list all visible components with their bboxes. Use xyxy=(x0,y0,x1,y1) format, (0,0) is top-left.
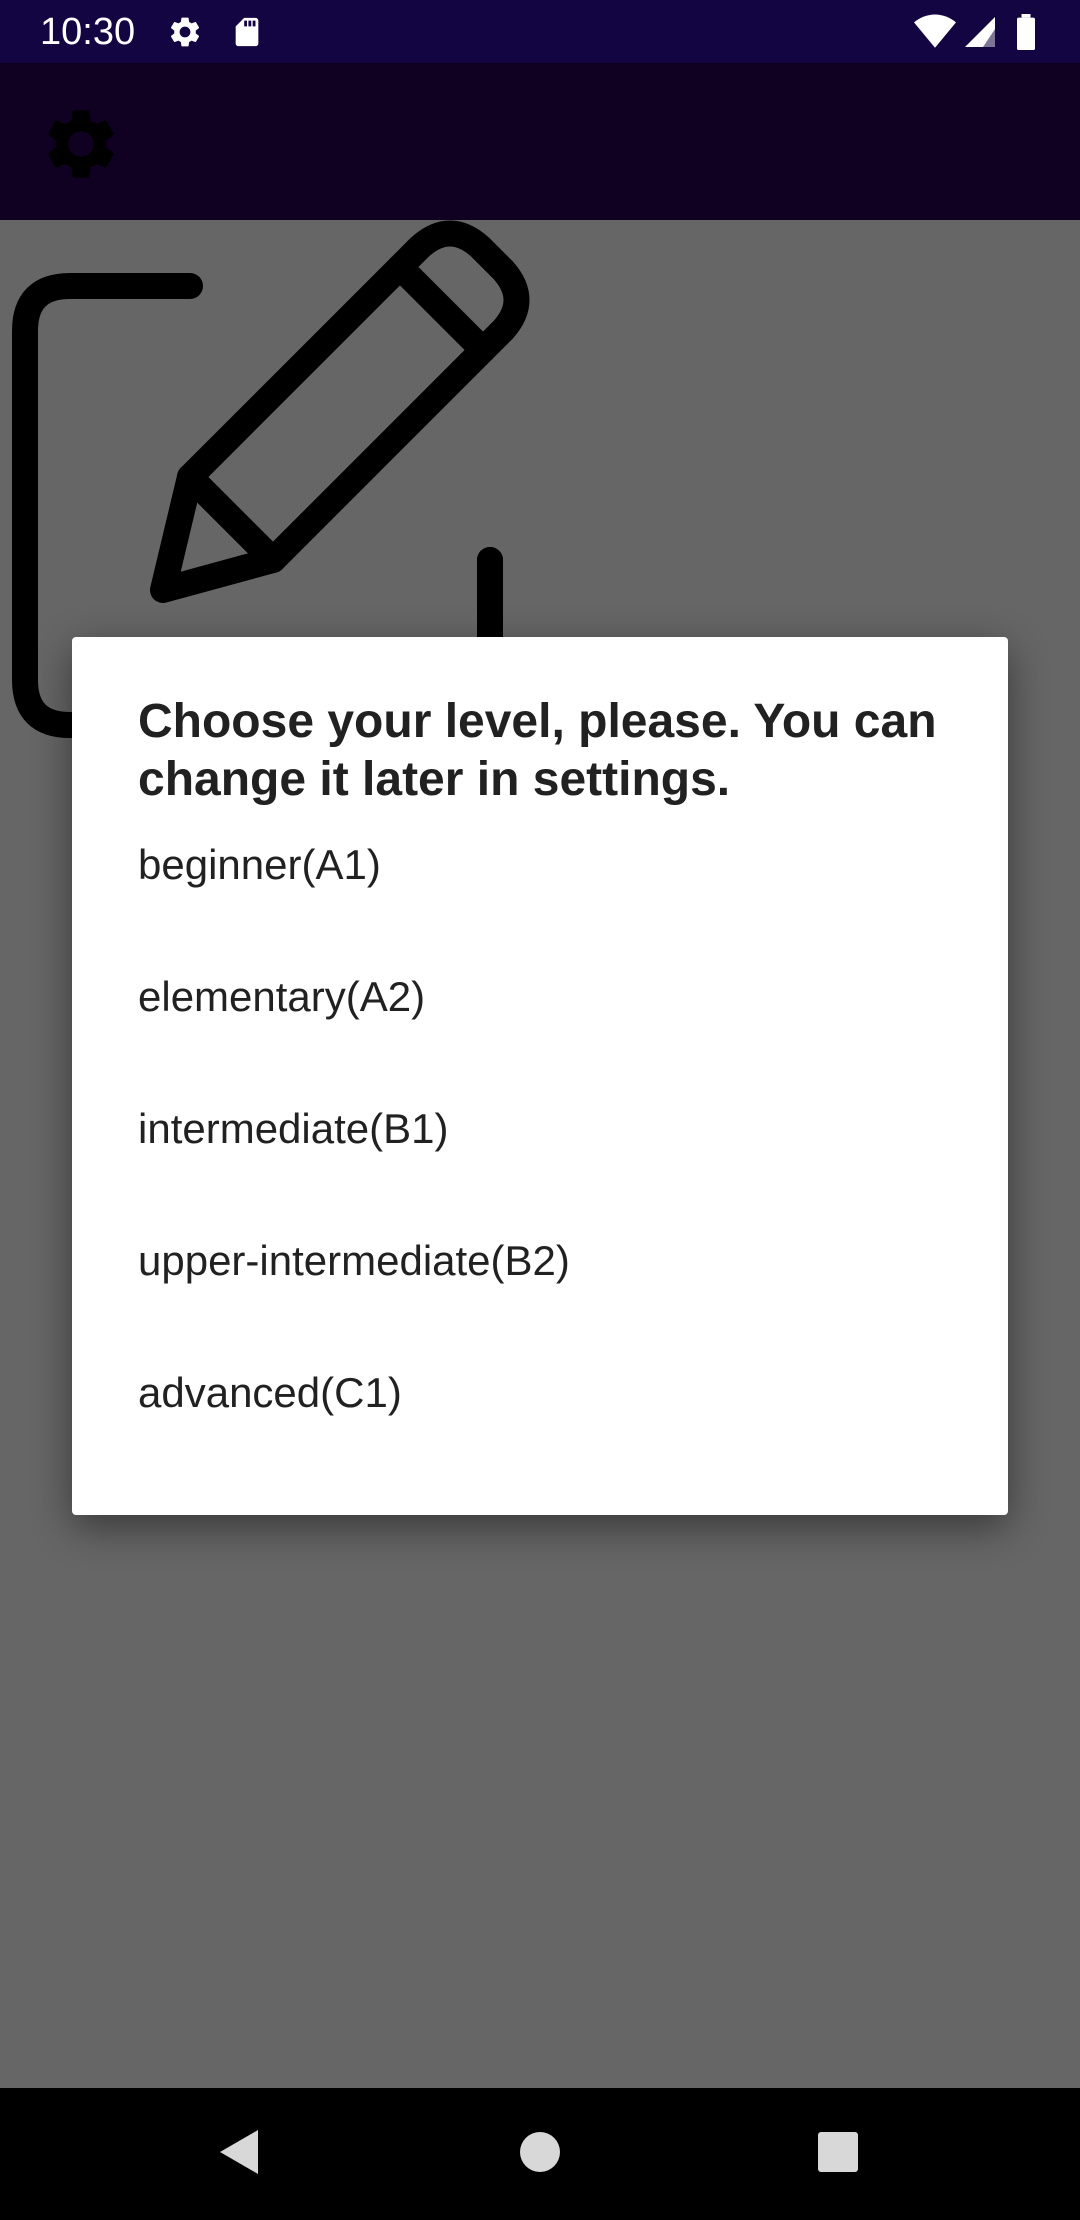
level-dialog: Choose your level, please. You can chang… xyxy=(72,637,1008,1515)
home-button[interactable] xyxy=(510,2124,570,2184)
back-button[interactable] xyxy=(210,2124,270,2184)
wifi-icon xyxy=(914,14,956,55)
status-time: 10:30 xyxy=(40,11,136,53)
navigation-bar xyxy=(0,2088,1080,2220)
back-icon xyxy=(218,2128,262,2181)
dialog-title: Choose your level, please. You can chang… xyxy=(138,695,937,806)
level-option-beginner[interactable]: beginner(A1) xyxy=(72,799,1008,931)
level-option-elementary[interactable]: elementary(A2) xyxy=(72,931,1008,1063)
status-bar: 10:30 xyxy=(0,0,1080,63)
level-option-advanced[interactable]: advanced(C1) xyxy=(72,1327,1008,1459)
recents-button[interactable] xyxy=(808,2124,868,2184)
level-option-intermediate[interactable]: intermediate(B1) xyxy=(72,1063,1008,1195)
level-list: beginner(A1) elementary(A2) intermediate… xyxy=(72,799,1008,1459)
recents-icon xyxy=(817,2131,859,2178)
settings-icon xyxy=(167,14,203,55)
signal-icon xyxy=(962,14,998,55)
battery-icon xyxy=(1014,14,1038,55)
sd-card-icon xyxy=(230,14,264,55)
home-icon xyxy=(519,2131,561,2178)
level-option-upper-intermediate[interactable]: upper-intermediate(B2) xyxy=(72,1195,1008,1327)
